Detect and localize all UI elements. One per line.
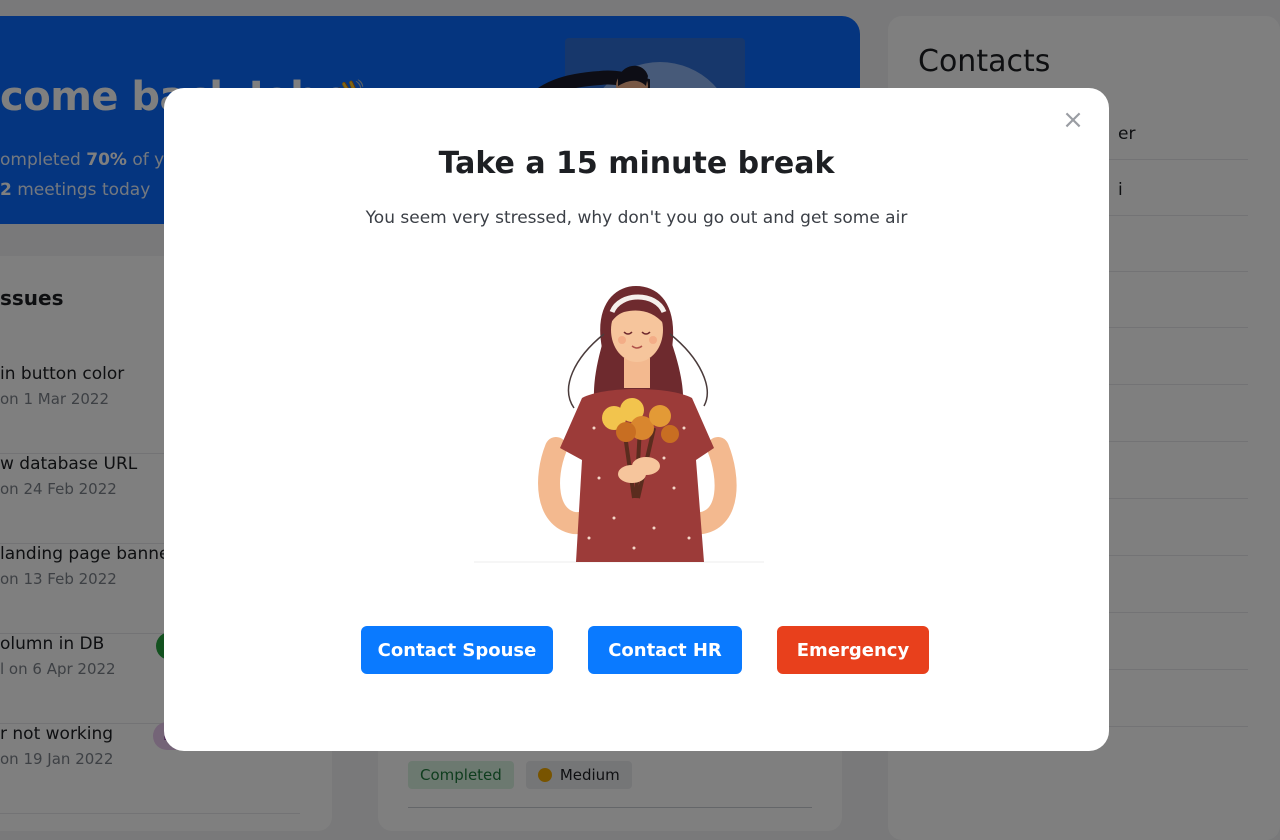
- break-modal: × Take a 15 minute break You seem very s…: [164, 88, 1109, 751]
- contact-spouse-button[interactable]: Contact Spouse: [361, 626, 553, 674]
- contact-hr-button[interactable]: Contact HR: [588, 626, 742, 674]
- woman-with-flowers-illustration: [474, 286, 764, 563]
- modal-title: Take a 15 minute break: [438, 146, 835, 181]
- modal-subtitle: You seem very stressed, why don't you go…: [365, 208, 908, 228]
- emergency-button[interactable]: Emergency: [777, 626, 929, 674]
- close-icon[interactable]: ×: [1059, 106, 1087, 134]
